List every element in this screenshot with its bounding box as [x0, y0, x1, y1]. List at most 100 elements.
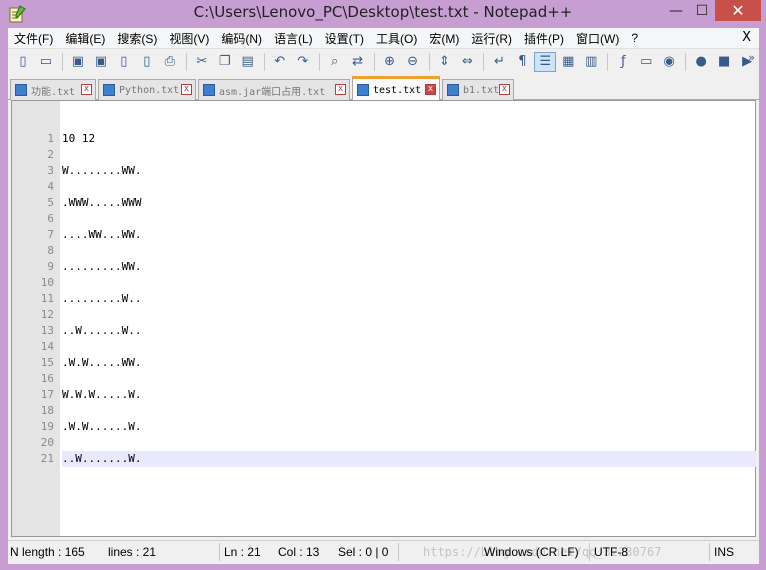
undo-icon[interactable]: ↶ [269, 52, 291, 72]
code-line[interactable]: 10 12 [62, 131, 756, 147]
tab-b1[interactable]: b1.txt x [442, 79, 514, 100]
toolbar-overflow-icon[interactable]: » [748, 51, 755, 64]
menu-settings[interactable]: 设置(T) [319, 30, 370, 47]
code-line[interactable]: .........WW. [62, 259, 756, 275]
monitor-icon[interactable]: ◉ [658, 52, 680, 72]
status-eol[interactable]: Windows (CR LF) [484, 545, 579, 559]
maximize-button[interactable]: ☐ [689, 0, 715, 21]
close-document-button[interactable]: X [742, 30, 751, 45]
open-file-icon[interactable]: ▭ [35, 52, 57, 72]
doc-map-icon[interactable]: ▦ [557, 52, 579, 72]
code-line[interactable] [62, 179, 756, 195]
code-line[interactable]: ....WW...WW. [62, 227, 756, 243]
find-icon[interactable]: ⌕ [324, 52, 346, 72]
menu-encoding[interactable]: 编码(N) [215, 30, 268, 47]
line-number: 9 [47, 260, 54, 273]
code-line[interactable] [62, 307, 756, 323]
menu-file[interactable]: 文件(F) [8, 30, 59, 47]
stop-macro-icon[interactable]: ■ [713, 52, 735, 72]
code-line[interactable] [62, 339, 756, 355]
line-number: 16 [40, 372, 54, 385]
tab-gongneng[interactable]: 功能.txt x [10, 79, 96, 100]
text-editor[interactable]: 1 2 3 4 5 6 7 8 9 10 11 12 13 14 15 16 17 18 19 20 21 10 12 W… [11, 100, 756, 537]
sync-horizontal-icon[interactable]: ⇔ [456, 52, 478, 72]
code-line[interactable] [62, 243, 756, 259]
line-number: 11 [40, 292, 54, 305]
save-all-icon[interactable]: ▣ [90, 52, 112, 72]
code-line[interactable] [62, 371, 756, 387]
menu-language[interactable]: 语言(L) [268, 30, 319, 47]
code-line[interactable]: ..W.......W. [62, 451, 756, 467]
status-insert-mode[interactable]: INS [714, 545, 734, 559]
menu-help[interactable]: ? [625, 31, 644, 45]
code-line[interactable]: .W.W......W. [62, 419, 756, 435]
tab-label: test.txt [373, 84, 422, 96]
close-window-button[interactable]: ✕ [715, 0, 761, 21]
code-line[interactable]: .WWW.....WWW [62, 195, 756, 211]
code-line[interactable]: W........WW. [62, 163, 756, 179]
line-number: 19 [40, 420, 54, 433]
redo-icon[interactable]: ↷ [292, 52, 314, 72]
print-icon[interactable]: ⎙ [159, 52, 181, 72]
toolbar-separator [263, 52, 265, 71]
status-divider [709, 543, 710, 561]
code-line[interactable]: ..W......W.. [62, 323, 756, 339]
menu-window[interactable]: 窗口(W) [570, 30, 625, 47]
toolbar-separator [428, 52, 430, 71]
status-column: Col : 13 [278, 545, 320, 559]
code-line[interactable]: .........W.. [62, 291, 756, 307]
tab-label: b1.txt [463, 84, 500, 96]
code-line[interactable] [62, 435, 756, 451]
sync-vertical-icon[interactable]: ⇕ [434, 52, 456, 72]
code-line[interactable] [62, 275, 756, 291]
tab-python[interactable]: Python.txt x [98, 79, 196, 100]
menu-view[interactable]: 视图(V) [163, 30, 215, 47]
menu-search[interactable]: 搜索(S) [111, 30, 163, 47]
folder-workspace-icon[interactable]: ƒ [612, 52, 634, 72]
tab-close-icon[interactable]: x [335, 84, 346, 95]
function-list-icon[interactable]: ▥ [580, 52, 602, 72]
toolbar-separator [685, 52, 687, 71]
line-number: 4 [47, 180, 54, 193]
cut-icon[interactable]: ✂ [191, 52, 213, 72]
show-all-chars-icon[interactable]: ¶ [511, 52, 533, 72]
file-disk-icon [447, 84, 459, 96]
tab-close-icon[interactable]: x [499, 84, 510, 95]
close-all-icon[interactable]: ▯ [136, 52, 158, 72]
code-line[interactable]: .W.W.....WW. [62, 355, 756, 371]
zoom-out-icon[interactable]: ⊖ [402, 52, 424, 72]
zoom-in-icon[interactable]: ⊕ [379, 52, 401, 72]
save-icon[interactable]: ▣ [67, 52, 89, 72]
status-encoding[interactable]: UTF-8 [594, 545, 628, 559]
new-file-icon[interactable]: ▯ [12, 52, 34, 72]
code-line[interactable] [62, 403, 756, 419]
indent-guide-icon[interactable]: ☰ [534, 51, 557, 72]
record-macro-icon[interactable]: ● [690, 52, 712, 72]
menu-macro[interactable]: 宏(M) [423, 30, 465, 47]
code-line[interactable] [62, 211, 756, 227]
line-number: 13 [40, 324, 54, 337]
replace-icon[interactable]: ⇄ [347, 52, 369, 72]
line-number: 18 [40, 404, 54, 417]
minimize-button[interactable]: — [663, 0, 689, 21]
folder-icon[interactable]: ▭ [635, 52, 657, 72]
paste-icon[interactable]: ▤ [237, 52, 259, 72]
menu-run[interactable]: 运行(R) [465, 30, 518, 47]
tab-close-icon[interactable]: x [181, 84, 192, 95]
tab-asm-jar[interactable]: asm.jar端口占用.txt x [198, 79, 350, 100]
code-line[interactable] [62, 147, 756, 163]
line-number: 20 [40, 436, 54, 449]
status-divider [398, 543, 399, 561]
close-file-icon[interactable]: ▯ [113, 52, 135, 72]
copy-icon[interactable]: ❐ [214, 52, 236, 72]
tab-close-icon[interactable]: x [81, 84, 92, 95]
word-wrap-icon[interactable]: ↵ [488, 52, 510, 72]
menu-tools[interactable]: 工具(O) [370, 30, 423, 47]
tab-test[interactable]: test.txt x [352, 76, 440, 101]
menu-edit[interactable]: 编辑(E) [59, 30, 111, 47]
toolbar: ▯ ▭ ▣ ▣ ▯ ▯ ⎙ ✂ ❐ ▤ ↶ ↷ ⌕ ⇄ ⊕ ⊖ ⇕ ⇔ ↵ ¶ ☰ ▦ ▥ ƒ ▭ ◉ ● ■ ▶» [8, 49, 759, 74]
code-line[interactable]: W.W.W.....W. [62, 387, 756, 403]
line-number: 12 [40, 308, 54, 321]
menu-plugins[interactable]: 插件(P) [518, 30, 570, 47]
tab-close-icon[interactable]: x [425, 84, 436, 95]
